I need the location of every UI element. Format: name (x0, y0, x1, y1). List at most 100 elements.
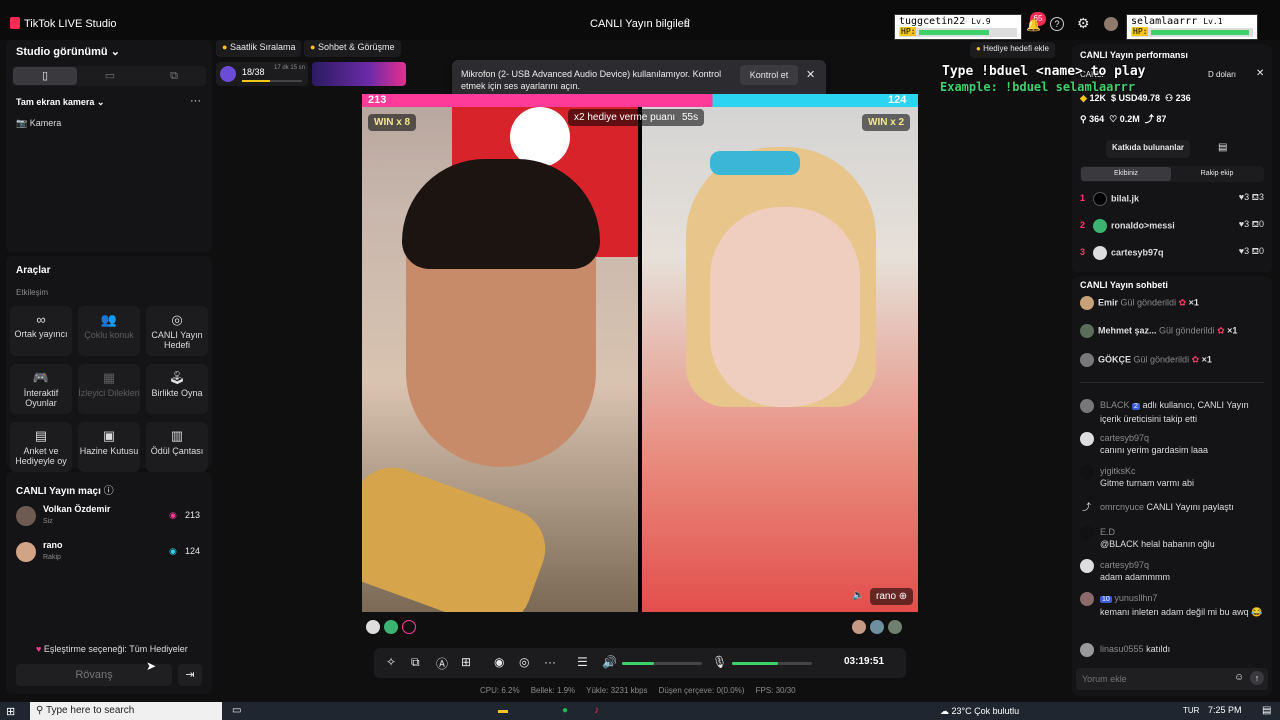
chat-text: kemanı inleten adam değil mi bu awq 😂 (1100, 607, 1263, 617)
shares-metric: 87 (1156, 114, 1167, 124)
duel-instruction: Type !bduel <name> to play (942, 64, 1146, 79)
match-title: CANLI Yayın maçı ⓘ (16, 482, 114, 497)
help-icon[interactable]: ? (1050, 17, 1064, 31)
add-gift-goal-button[interactable]: ● Hediye hedefi ekle (970, 42, 1055, 58)
tool-co-host[interactable]: ∞ Ortak yayıncı (10, 306, 72, 356)
dollar-icon: $ (1110, 93, 1116, 103)
mic-slider[interactable] (732, 662, 812, 665)
taskbar-search-label: Type here to search (45, 705, 135, 716)
tab-rival-team[interactable]: Rakip ekip (1172, 167, 1262, 181)
exit-match-button[interactable]: ⇥ (178, 664, 202, 686)
match-option[interactable]: ♥ Eşleştirme seçeneği: Tüm Hediyeler (36, 644, 188, 654)
volume-slider[interactable] (622, 662, 702, 665)
promo-banner[interactable] (312, 62, 406, 86)
duel-right-name: selamlaarrr (1131, 16, 1198, 27)
rank: 3 (1080, 247, 1086, 258)
tiktok-icon[interactable]: ♪ (594, 705, 599, 716)
check-button[interactable]: Kontrol et (740, 65, 798, 85)
volume-icon[interactable]: 🔊 (602, 655, 617, 669)
camera-switch-icon[interactable]: ◎ (519, 655, 529, 669)
opponent-name-chip[interactable]: rano ⊕ (870, 588, 914, 605)
gift-points-text: x2 hediye verme puanı (574, 112, 676, 123)
screen-capture-icon[interactable]: ⧉ (411, 655, 420, 670)
studio-view-dropdown[interactable]: Studio görünümü ⌄ (16, 45, 120, 58)
camera-icon: 📷 (16, 118, 28, 128)
tool-label: CANLI Yayın Hedefi (151, 330, 203, 350)
emoji-icon[interactable]: ☺ (1234, 672, 1244, 683)
tool-interactive-games[interactable]: 🎮 İnteraktif Oyunlar (10, 364, 72, 414)
hourly-ranking-button[interactable]: ● Saatlik Sıralama (216, 40, 302, 57)
rank-gifts: 3 (1258, 192, 1264, 202)
chat-meet-button[interactable]: ● Sohbet & Görüşme (304, 40, 401, 57)
share-icon: ⤴ (1082, 502, 1092, 512)
notification-center-icon[interactable]: ▤ (1262, 705, 1271, 716)
chat-message: 10 yunusllhn7 kemanı inleten adam değil m… (1080, 592, 1264, 618)
bell-icon[interactable]: 🔔 (1026, 18, 1041, 32)
list-icon[interactable]: ▤ (1218, 142, 1227, 153)
flag-crescent-icon (510, 107, 570, 167)
tool-live-goal[interactable]: ◎ CANLI Yayın Hedefi (146, 306, 208, 356)
camera-section-dropdown[interactable]: Tam ekran kamera ⌄ (16, 97, 104, 108)
tool-play-together[interactable]: 🕹 Birlikte Oyna (146, 364, 208, 414)
gift-goal-label: Hediye hedefi ekle (983, 44, 1049, 53)
rose-icon: ✿ (1191, 354, 1200, 365)
add-source-icon[interactable]: ⊞ (461, 655, 471, 669)
studio-view-panel: Studio görünümü ⌄ ▯ ▭ ⧉ Tam ekran kamera… (6, 40, 212, 252)
settings-sliders-icon[interactable]: ☰ (577, 655, 588, 669)
match-option-text: Eşleştirme seçeneği: Tüm Hediyeler (43, 644, 188, 654)
landscape-button[interactable]: ▭ (78, 67, 142, 85)
avatar (1080, 592, 1094, 606)
live-info-title[interactable]: CANLI Yayın bilgileri (590, 18, 690, 30)
chat-message: cartesyb97q adam adammmm (1080, 559, 1264, 583)
avatar (402, 620, 416, 634)
more-icon[interactable]: ··· (190, 95, 201, 107)
chat-message: cartesyb97q canını yerim gardasim laaa (1080, 432, 1264, 456)
tool-reward-bag[interactable]: ▥ Ödül Çantası (146, 422, 208, 472)
chat-text: canını yerim gardasim laaa (1100, 445, 1209, 455)
chat-message: yigitksKc Gitme turnam varmı abi (1080, 465, 1264, 489)
tab-your-team-label: Ekibiniz (1113, 170, 1139, 177)
task-view-icon[interactable]: ▭ (232, 705, 241, 716)
multi-layout-button[interactable]: ⧉ (143, 67, 205, 85)
close-icon[interactable]: ✕ (1256, 68, 1264, 79)
ranking-row: 2 ronaldo>messi ♥3 ⛾0 (1080, 219, 1264, 233)
more-icon[interactable]: ··· (544, 655, 556, 669)
ranking-row: 1 bilal.jk ♥3 ⛾3 (1080, 192, 1264, 206)
tab-your-team[interactable]: Ekibiniz (1081, 167, 1171, 181)
rank-likes: 3 (1244, 246, 1250, 256)
close-icon[interactable]: ✕ (806, 68, 815, 81)
ai-icon[interactable]: Ⓐ (436, 655, 448, 672)
record-icon[interactable]: ◉ (494, 655, 504, 669)
rose-icon: ✿ (1217, 325, 1225, 336)
rank-name: bilal.jk (1111, 193, 1140, 204)
avatar (1080, 296, 1094, 310)
tool-treasure-box[interactable]: ▣ Hazine Kutusu (78, 422, 140, 472)
share-icon[interactable]: ⇪ (682, 16, 692, 30)
comment-input[interactable] (1080, 670, 1228, 688)
gift-text: Gül gönderildi (1133, 354, 1190, 365)
volume-level (622, 662, 654, 665)
tool-poll[interactable]: ▤ Anket ve Hediyeyle oy (10, 422, 72, 472)
portrait-button[interactable]: ▯ (13, 67, 77, 85)
rank-likes: 3 (1244, 192, 1250, 202)
duel-right-level: Lv.1 (1203, 17, 1223, 26)
send-icon[interactable]: ↑ (1250, 671, 1264, 685)
contributors-button[interactable]: Katkıda bulunanlar (1106, 140, 1191, 158)
gear-icon[interactable]: ⚙ (1077, 15, 1090, 32)
contributors-label: Katkıda bulunanlar (1112, 143, 1185, 152)
bag-icon: ▥ (170, 428, 184, 443)
taskbar-search[interactable]: ⚲ Type here to search (30, 702, 222, 720)
effects-icon[interactable]: ✧ (386, 655, 396, 669)
spotify-icon[interactable]: ● (562, 705, 568, 716)
explorer-icon[interactable]: ▬ (498, 705, 508, 716)
chat-text: katıldı (1146, 644, 1171, 654)
likes-metric: 12K (1089, 93, 1106, 103)
speaker-icon[interactable]: 🔈 (852, 590, 864, 601)
windows-start-icon[interactable]: ⊞ (6, 705, 15, 718)
tool-label: Ortak yayıncı (14, 329, 68, 339)
duel-left-hp: HP: (900, 27, 917, 36)
mic-icon[interactable]: 🎙 (712, 655, 727, 669)
player-row: rano Rakip ◉ 124 (16, 540, 204, 568)
camera-source[interactable]: 📷 Kamera (16, 118, 61, 129)
avatar (1093, 219, 1108, 233)
